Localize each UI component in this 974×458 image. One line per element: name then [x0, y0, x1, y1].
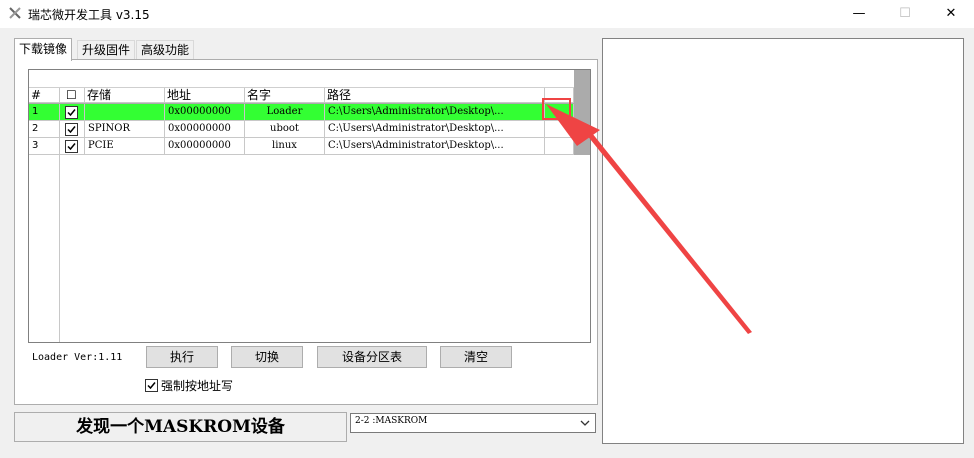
loader-version: Loader Ver:1.11 — [32, 352, 123, 363]
row-path[interactable]: C:\Users\Administrator\Desktop\... — [325, 121, 545, 138]
row-index: 3 — [29, 138, 60, 155]
clear-button[interactable]: 清空 — [440, 346, 512, 368]
check-icon[interactable] — [145, 379, 158, 392]
title-bar: 瑞芯微开发工具 v3.15 — ☐ ✕ — [0, 0, 974, 28]
table-row[interactable]: 1 0x00000000 Loader C:\Users\Administrat… — [29, 104, 574, 121]
close-button[interactable]: ✕ — [928, 0, 974, 28]
column-header-path[interactable]: 路径 — [325, 88, 545, 103]
switch-button[interactable]: 切换 — [231, 346, 303, 368]
row-index: 1 — [29, 104, 60, 121]
row-browse-cell[interactable] — [545, 138, 574, 155]
minimize-button[interactable]: — — [836, 0, 882, 28]
partition-table-button[interactable]: 设备分区表 — [317, 346, 427, 368]
table-top-strip — [29, 70, 574, 88]
table-header: # ☐ 存储 地址 名字 路径 — [29, 88, 574, 103]
image-table[interactable]: # ☐ 存储 地址 名字 路径 1 0x00000000 Loader C:\U… — [28, 69, 591, 343]
log-output[interactable] — [602, 38, 964, 444]
force-write-option[interactable]: 强制按地址写 — [145, 377, 233, 394]
highlight-box — [542, 98, 571, 120]
column-header-name[interactable]: 名字 — [245, 88, 325, 103]
force-write-label: 强制按地址写 — [161, 379, 234, 393]
table-row[interactable]: 3 PCIE 0x00000000 linux C:\Users\Adminis… — [29, 138, 574, 155]
status-message: 发现一个MASKROM设备 — [14, 412, 347, 442]
table-empty-area — [60, 155, 590, 342]
table-index-gutter — [29, 155, 60, 342]
row-path[interactable]: C:\Users\Administrator\Desktop\... — [325, 104, 545, 121]
row-storage: PCIE — [85, 138, 165, 155]
column-header-select-all[interactable]: ☐ — [60, 88, 85, 103]
maximize-button[interactable]: ☐ — [882, 0, 928, 28]
row-storage: SPINOR — [85, 121, 165, 138]
tab-advanced-functions[interactable]: 高级功能 — [136, 40, 195, 59]
check-icon[interactable] — [65, 123, 78, 136]
column-header-index[interactable]: # — [29, 88, 60, 103]
row-address[interactable]: 0x00000000 — [165, 138, 245, 155]
device-select-value: 2-2 :MASKROM — [355, 416, 428, 426]
row-path[interactable]: C:\Users\Administrator\Desktop\... — [325, 138, 545, 155]
row-address[interactable]: 0x00000000 — [165, 121, 245, 138]
tab-download-image[interactable]: 下载镜像 — [14, 38, 73, 61]
window-title: 瑞芯微开发工具 v3.15 — [28, 8, 150, 22]
tab-upgrade-firmware[interactable]: 升级固件 — [77, 40, 136, 59]
run-button[interactable]: 执行 — [146, 346, 218, 368]
device-select[interactable]: 2-2 :MASKROM — [350, 413, 596, 433]
row-name[interactable]: linux — [245, 138, 325, 155]
table-row[interactable]: 2 SPINOR 0x00000000 uboot C:\Users\Admin… — [29, 121, 574, 138]
row-address[interactable]: 0x00000000 — [165, 104, 245, 121]
row-checkbox[interactable] — [60, 138, 85, 155]
column-header-storage[interactable]: 存储 — [85, 88, 165, 103]
row-name[interactable]: Loader — [245, 104, 325, 121]
tools-icon — [9, 7, 21, 19]
row-checkbox[interactable] — [60, 121, 85, 138]
row-browse-cell[interactable] — [545, 121, 574, 138]
row-name[interactable]: uboot — [245, 121, 325, 138]
column-header-address[interactable]: 地址 — [165, 88, 245, 103]
check-icon[interactable] — [65, 140, 78, 153]
row-index: 2 — [29, 121, 60, 138]
chevron-down-icon[interactable] — [579, 416, 591, 430]
row-storage — [85, 104, 165, 121]
check-icon[interactable] — [65, 106, 78, 119]
row-checkbox[interactable] — [60, 104, 85, 121]
